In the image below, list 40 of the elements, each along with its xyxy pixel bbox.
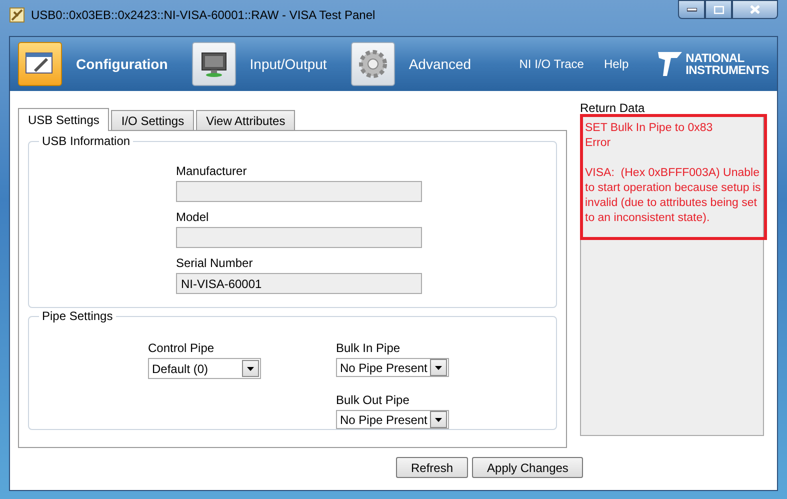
minimize-button[interactable]: [678, 0, 705, 19]
action-button[interactable]: Refresh: [396, 457, 468, 478]
field-label: Manufacturer: [176, 164, 248, 178]
field-label: Bulk Out Pipe: [336, 393, 410, 407]
maximize-button[interactable]: [705, 0, 732, 19]
tab[interactable]: I/O Settings: [111, 110, 194, 130]
toolbar-link[interactable]: Help: [604, 57, 629, 71]
return-data-label: Return Data: [580, 102, 646, 114]
group-title: Pipe Settings: [39, 309, 116, 323]
tab[interactable]: View Attributes: [196, 110, 296, 130]
nav-button[interactable]: Input/Output: [192, 42, 327, 86]
close-icon: [750, 5, 760, 14]
field-label: Model: [176, 210, 210, 224]
logo-text: NATIONAL INSTRUMENTS: [686, 52, 769, 76]
return-message: VISA: (Hex 0xBFFF003A) Unable to start operation because setup is invalid (due to attributes being set to an inconsistent state).: [585, 166, 762, 226]
group-title: USB Information: [39, 134, 134, 148]
field-label: Bulk In Pipe: [336, 341, 402, 355]
action-button[interactable]: Apply Changes: [472, 457, 584, 478]
nav-button[interactable]: Configuration: [18, 42, 168, 86]
dropdown[interactable]: No Pipe Present: [336, 358, 449, 377]
input-field[interactable]: [176, 227, 422, 248]
return-message: SET Bulk In Pipe to 0x83 Error: [585, 121, 714, 151]
dropdown[interactable]: Default (0): [148, 358, 261, 379]
dropdown-arrow-icon: [435, 418, 442, 422]
field-label: Serial Number: [176, 256, 254, 270]
toolbar-link[interactable]: NI I/O Trace: [519, 57, 584, 71]
field-label: Control Pipe: [148, 341, 216, 355]
input-field[interactable]: NI-VISA-60001: [176, 273, 422, 294]
dropdown-arrow-icon: [247, 366, 254, 370]
dropdown-arrow-icon: [435, 366, 442, 370]
tab[interactable]: USB Settings: [18, 108, 110, 131]
nav-button[interactable]: Advanced: [350, 42, 472, 86]
minimize-icon: [686, 8, 696, 12]
maximize-icon: [714, 6, 724, 14]
eagle-logo-icon: [656, 50, 683, 78]
close-button[interactable]: [732, 0, 778, 19]
app-icon: [9, 7, 25, 23]
window-title: USB0::0x03EB::0x2423::NI-VISA-60001::RAW - VISA Test Panel: [31, 8, 376, 22]
input-field[interactable]: [176, 181, 422, 202]
dropdown[interactable]: No Pipe Present: [336, 410, 449, 429]
